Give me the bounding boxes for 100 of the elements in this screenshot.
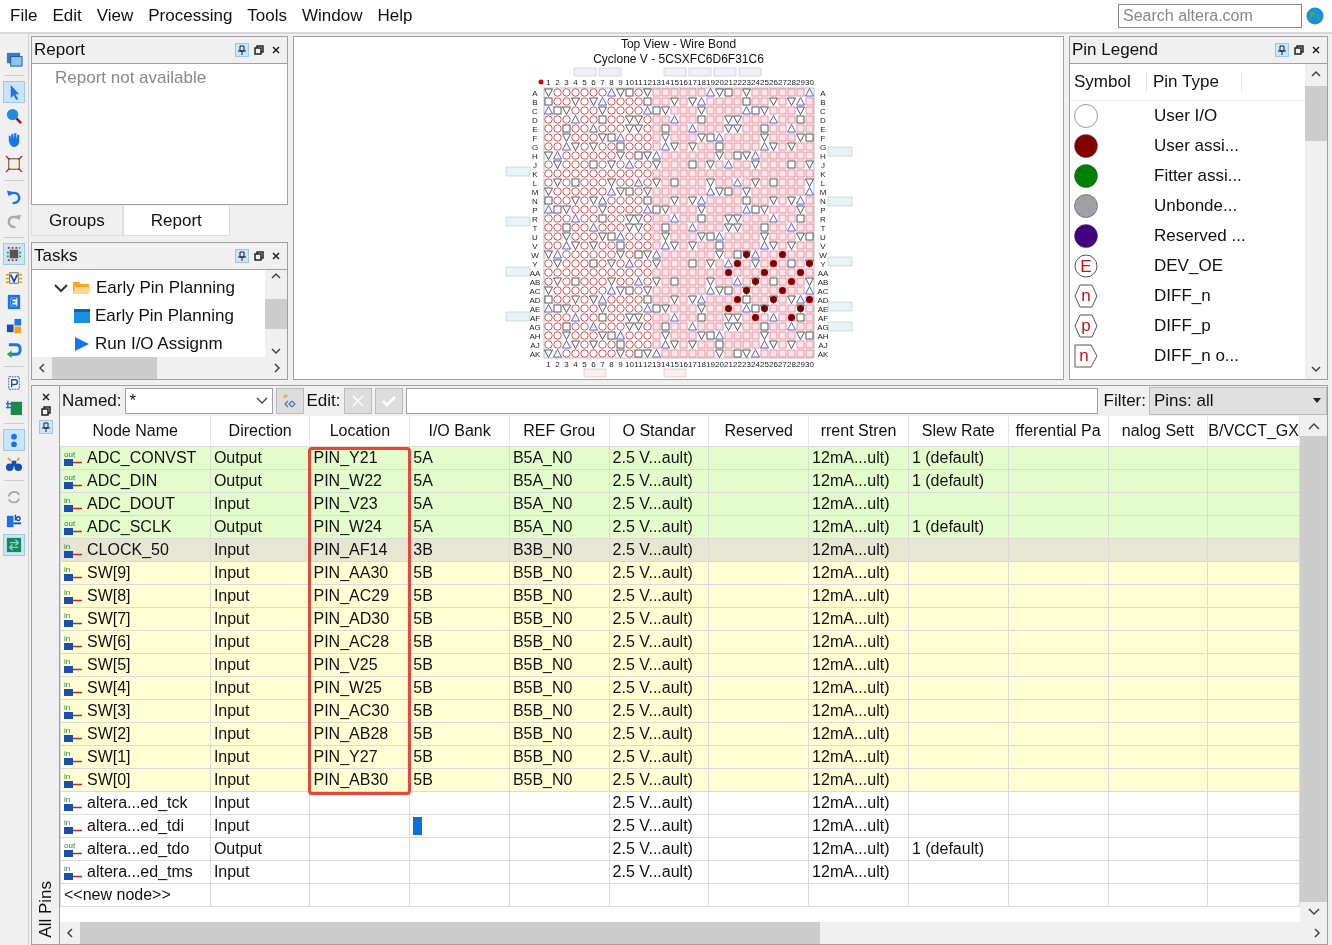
scroll-up-icon[interactable]: [1306, 420, 1321, 432]
row-label: Y: [531, 259, 538, 269]
horizontal-scrollbar[interactable]: [60, 922, 1327, 944]
edit-field[interactable]: [405, 388, 1098, 414]
pin-icon[interactable]: [235, 43, 249, 57]
pin-icon[interactable]: [235, 249, 249, 263]
menu-item[interactable]: Window: [296, 4, 372, 28]
table-cell: SW[8]: [87, 587, 131, 605]
column-header[interactable]: Symbol: [1070, 72, 1147, 92]
horizontal-scrollbar[interactable]: [32, 357, 287, 379]
table-row[interactable]: in SW[6] Input PIN_AC28 5B B5B_N0 2.5 V...ault) 12mA...ult): [60, 630, 1300, 654]
menu-item[interactable]: Help: [371, 4, 422, 28]
column-header[interactable]: REF Grou: [523, 422, 596, 439]
column-header[interactable]: B/VCCT_GX: [1208, 422, 1299, 439]
float-window-icon[interactable]: [252, 43, 266, 57]
task-item[interactable]: Run I/O Assignm: [95, 334, 223, 354]
column-header[interactable]: Pin Type: [1147, 72, 1242, 92]
table-row[interactable]: in SW[5] Input PIN_V25 5B B5B_N0 2.5 V...ault) 12mA...ult): [60, 653, 1300, 677]
column-header[interactable]: O Standar: [622, 422, 696, 439]
table-row[interactable]: in SW[2] Input PIN_AB28 5B B5B_N0 2.5 V...ault) 12mA...ult): [60, 722, 1300, 746]
table-row[interactable]: in SW[7] Input PIN_AD30 5B B5B_N0 2.5 V...ault) 12mA...ult): [60, 607, 1300, 631]
scroll-thumb[interactable]: [80, 922, 820, 944]
table-cell: SW[7]: [87, 610, 131, 628]
table-cell: PIN_AC30: [313, 702, 390, 719]
table-row[interactable]: out ADC_SCLK Output PIN_W24 5A B5A_N0 2.5 V...ault) 12mA...ult) 1 (default): [60, 515, 1300, 539]
scroll-down-icon[interactable]: [1306, 906, 1321, 918]
column-header[interactable]: Location: [329, 422, 391, 439]
table-row[interactable]: in SW[0] Input PIN_AB30 5B B5B_N0 2.5 V...ault) 12mA...ult): [60, 768, 1300, 792]
float-window-icon[interactable]: [40, 406, 51, 416]
scroll-right-icon[interactable]: [271, 362, 283, 374]
table-row[interactable]: in SW[3] Input PIN_AC30 5B B5B_N0 2.5 V...ault) 12mA...ult): [60, 699, 1300, 723]
table-row[interactable]: out altera...ed_tdo Output 2.5 V...ault) 12mA...ult) 1 (default): [60, 837, 1300, 861]
column-header[interactable]: Reserved: [724, 422, 793, 439]
row-label: E: [819, 124, 826, 134]
fit-tool-icon[interactable]: [3, 153, 25, 175]
scroll-left-icon[interactable]: [64, 927, 76, 939]
scroll-left-icon[interactable]: [36, 362, 48, 374]
close-icon[interactable]: [40, 392, 51, 402]
dropdown-arrow-icon[interactable]: [1312, 398, 1322, 404]
select-tool-icon[interactable]: [3, 81, 25, 103]
vertical-scrollbar[interactable]: [265, 270, 287, 357]
scroll-down-icon[interactable]: [270, 345, 282, 357]
table-row[interactable]: <<new node>>: [60, 883, 1300, 907]
panel-tab[interactable]: Report: [122, 206, 230, 236]
table-row[interactable]: out ADC_CONVST Output PIN_Y21 5A B5A_N0 2.5 V...ault) 12mA...ult) 1 (default): [60, 446, 1300, 470]
globe-icon[interactable]: [1306, 7, 1324, 25]
table-cell: 12mA...ult): [812, 679, 890, 696]
float-window-icon[interactable]: [1292, 43, 1306, 57]
menu-item[interactable]: Processing: [142, 4, 242, 28]
row-label: R: [819, 214, 826, 224]
search-field[interactable]: Search altera.com: [1118, 4, 1302, 28]
table-cell: SW[0]: [87, 771, 131, 789]
named-combo-box[interactable]: *: [124, 388, 273, 414]
scroll-down-icon[interactable]: [1310, 363, 1322, 375]
scroll-thumb[interactable]: [1305, 86, 1327, 141]
table-row[interactable]: out ADC_DIN Output PIN_W22 5A B5A_N0 2.5 V...ault) 12mA...ult) 1 (default): [60, 469, 1300, 493]
column-header[interactable]: Node Name: [92, 422, 178, 439]
chevron-icon[interactable]: [255, 397, 268, 405]
table-row[interactable]: in altera...ed_tck Input 2.5 V...ault) 12mA...ult): [60, 791, 1300, 815]
column-header[interactable]: nalog Sett: [1121, 422, 1194, 439]
column-header[interactable]: Direction: [228, 422, 292, 439]
table-row[interactable]: in ADC_DOUT Input PIN_V23 5A B5A_N0 2.5 V...ault) 12mA...ult): [60, 492, 1300, 516]
column-label: 3: [563, 360, 569, 369]
menu-item[interactable]: Edit: [46, 4, 91, 28]
all-pins-tab[interactable]: All Pins: [35, 875, 56, 944]
task-item[interactable]: Early Pin Planning: [95, 306, 234, 326]
chevron-icon[interactable]: [54, 283, 68, 293]
node-finder-button[interactable]: [275, 388, 304, 414]
column-header[interactable]: rrent Stren: [820, 422, 897, 439]
table-row[interactable]: in SW[8] Input PIN_AC29 5B B5B_N0 2.5 V...ault) 12mA...ult): [60, 584, 1300, 608]
panel-tab[interactable]: Groups: [31, 206, 123, 236]
table-cell: 3B: [413, 541, 433, 558]
filter-dropdown[interactable]: Pins: all: [1149, 387, 1327, 415]
scroll-right-icon[interactable]: [1311, 927, 1323, 939]
bank-tag-icon: [738, 67, 761, 77]
column-header[interactable]: fferential Pa: [1015, 422, 1101, 439]
chip-tool-icon[interactable]: [3, 243, 25, 265]
table-row[interactable]: in SW[1] Input PIN_Y27 5B B5B_N0 2.5 V...ault) 12mA...ult): [60, 745, 1300, 769]
vertical-scrollbar[interactable]: [1305, 64, 1327, 379]
column-label: 21: [723, 78, 733, 87]
table-row[interactable]: in altera...ed_tms Input 2.5 V...ault) 12mA...ult): [60, 860, 1300, 884]
menu-item[interactable]: File: [4, 4, 47, 28]
menu-item[interactable]: Tools: [241, 4, 297, 28]
pin-icon[interactable]: [1275, 43, 1289, 57]
float-window-icon[interactable]: [252, 249, 266, 263]
menu-item[interactable]: View: [90, 4, 143, 28]
scroll-thumb[interactable]: [265, 298, 287, 329]
column-label: 11: [633, 360, 643, 369]
pin-icon[interactable]: [38, 420, 53, 434]
swap-tool-icon[interactable]: [3, 534, 25, 556]
table-cell: B5B_N0: [512, 771, 573, 788]
table-row[interactable]: in CLOCK_50 Input PIN_AF14 3B B3B_N0 2.5 V...ault) 12mA...ult): [60, 538, 1300, 562]
column-header[interactable]: I/O Bank: [428, 422, 491, 439]
scroll-thumb[interactable]: [52, 357, 157, 379]
task-item[interactable]: Early Pin Planning: [96, 278, 235, 298]
probe-tool-icon[interactable]: [3, 429, 25, 451]
table-row[interactable]: in altera...ed_tdi Input 2.5 V...ault) 12mA...ult): [60, 814, 1300, 838]
column-header[interactable]: Slew Rate: [921, 422, 995, 439]
table-row[interactable]: in SW[4] Input PIN_W25 5B B5B_N0 2.5 V...ault) 12mA...ult): [60, 676, 1300, 700]
table-row[interactable]: in SW[9] Input PIN_AA30 5B B5B_N0 2.5 V...ault) 12mA...ult): [60, 561, 1300, 585]
